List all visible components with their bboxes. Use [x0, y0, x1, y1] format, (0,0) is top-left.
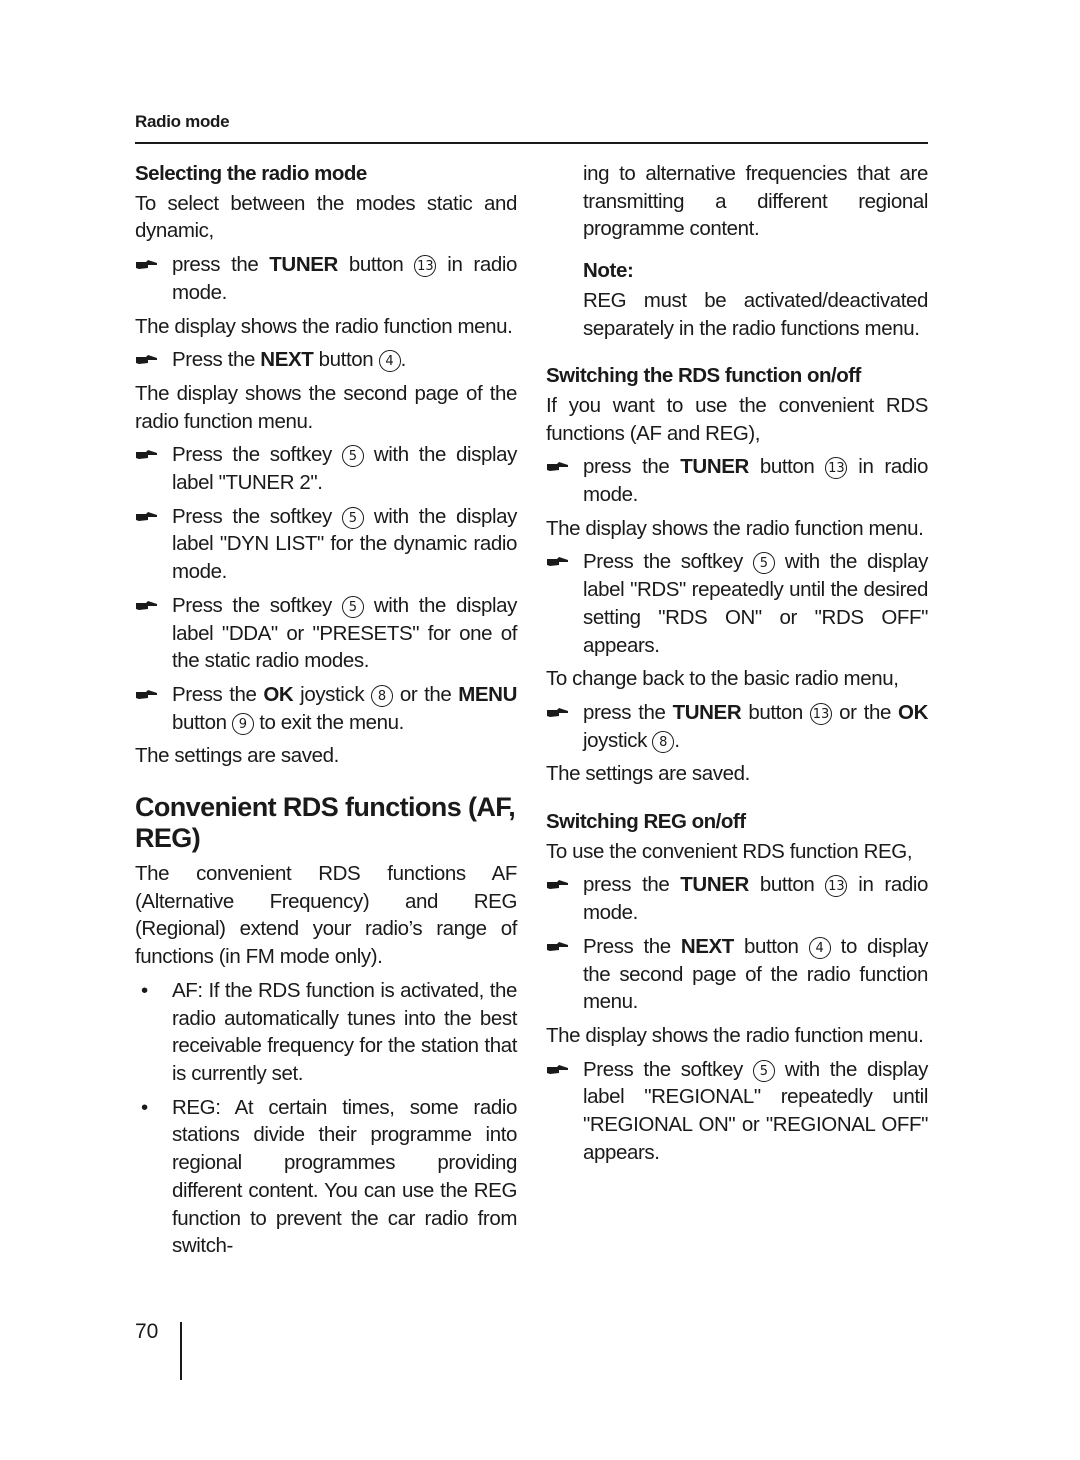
bullet-dot-icon: •: [141, 1095, 148, 1119]
body-text: The display shows the second page of the…: [135, 381, 517, 433]
bullet-dot-icon: •: [141, 978, 148, 1002]
intro-text: To select between the modes static and d…: [135, 191, 517, 243]
body-text: The display shows the radio function men…: [546, 516, 924, 540]
key-ok: OK: [898, 700, 928, 724]
callout-number: 4: [378, 350, 401, 373]
body-text: To change back to the basic radio menu,: [546, 667, 899, 691]
key-next: NEXT: [260, 348, 314, 372]
instruction-step: Press the NEXT button 4.: [135, 346, 517, 374]
instruction-step: press the TUNER button 13 in radio mode.: [546, 871, 928, 926]
callout-number: 4: [808, 936, 831, 959]
key-tuner: TUNER: [672, 700, 742, 724]
callout-number: 8: [371, 684, 393, 707]
callout-number: 5: [341, 595, 364, 618]
pointing-hand-icon: [547, 1064, 568, 1074]
body-text: The display shows the radio function men…: [546, 1023, 924, 1047]
body-text: The settings are saved.: [546, 762, 750, 786]
callout-number: 5: [341, 506, 364, 529]
intro-text: To use the convenient RDS function REG,: [546, 839, 913, 863]
key-next: NEXT: [680, 934, 734, 958]
pointing-hand-icon: [136, 260, 157, 270]
pointing-hand-icon: [547, 462, 568, 472]
pointing-hand-icon: [547, 880, 568, 890]
continuation-text: ing to alternative frequencies that are …: [583, 162, 928, 241]
pointing-hand-icon: [136, 511, 157, 521]
left-column: Selecting the radio mode To select betwe…: [135, 160, 517, 1266]
header-rule: [135, 142, 928, 144]
callout-number: 5: [341, 445, 364, 468]
callout-number: 13: [810, 702, 833, 725]
pointing-hand-icon: [136, 689, 157, 699]
body-text: The display shows the radio function men…: [135, 314, 513, 338]
instruction-step: press the TUNER button 13 in radio mode.: [546, 453, 928, 508]
instruction-step: Press the OK joystick 8 or the MENU butt…: [135, 681, 517, 736]
key-tuner: TUNER: [680, 455, 749, 479]
callout-number: 13: [414, 255, 437, 278]
instruction-step: Press the softkey 5 with the display lab…: [546, 548, 928, 659]
callout-number: 8: [652, 730, 675, 753]
pointing-hand-icon: [136, 355, 157, 365]
running-header: Radio mode: [135, 112, 230, 131]
instruction-step: Press the softkey 5 with the display lab…: [135, 503, 517, 586]
callout-number: 9: [231, 712, 254, 735]
pointing-hand-icon: [136, 450, 157, 460]
instruction-step: Press the NEXT button 4 to display the s…: [546, 933, 928, 1016]
note-text: REG must be activated/deactivated separa…: [583, 288, 928, 340]
pointing-hand-icon: [136, 600, 157, 610]
section-title-reg-on-off: Switching REG on/off: [546, 810, 746, 834]
instruction-step: press the TUNER button 13 or the OK joys…: [546, 699, 928, 754]
callout-number: 13: [825, 875, 848, 898]
key-tuner: TUNER: [269, 253, 338, 277]
instruction-step: Press the softkey 5 with the display lab…: [546, 1056, 928, 1167]
key-ok: OK: [263, 682, 294, 706]
section-title-selecting-radio-mode: Selecting the radio mode: [135, 162, 367, 185]
body-text: The convenient RDS functions AF (Alterna…: [135, 862, 517, 969]
bullet-item-af: • AF: If the RDS function is activated, …: [141, 978, 517, 1085]
right-column: ing to alternative frequencies that are …: [546, 160, 928, 1173]
key-menu: MENU: [458, 682, 517, 706]
key-tuner: TUNER: [680, 873, 749, 897]
page-number-rule: [180, 1322, 182, 1380]
instruction-step: Press the softkey 5 with the display lab…: [135, 441, 517, 496]
callout-number: 5: [752, 552, 775, 575]
body-text: The settings are saved.: [135, 744, 339, 768]
callout-number: 5: [752, 1059, 775, 1082]
page-number: 70: [135, 1320, 159, 1343]
pointing-hand-icon: [547, 707, 568, 717]
intro-text: If you want to use the convenient RDS fu…: [546, 393, 928, 445]
pointing-hand-icon: [547, 941, 568, 951]
instruction-step: Press the softkey 5 with the display lab…: [135, 592, 517, 675]
note-title: Note:: [583, 259, 634, 283]
section-title-rds-on-off: Switching the RDS function on/off: [546, 364, 861, 388]
bullet-item-reg: • REG: At certain times, some radio stat…: [141, 1095, 517, 1258]
pointing-hand-icon: [547, 557, 568, 567]
instruction-step: press the TUNER button 13 in radio mode.: [135, 251, 517, 306]
section-title-convenient-rds: Convenient RDS functions (AF, REG): [135, 792, 516, 854]
callout-number: 13: [825, 457, 848, 480]
